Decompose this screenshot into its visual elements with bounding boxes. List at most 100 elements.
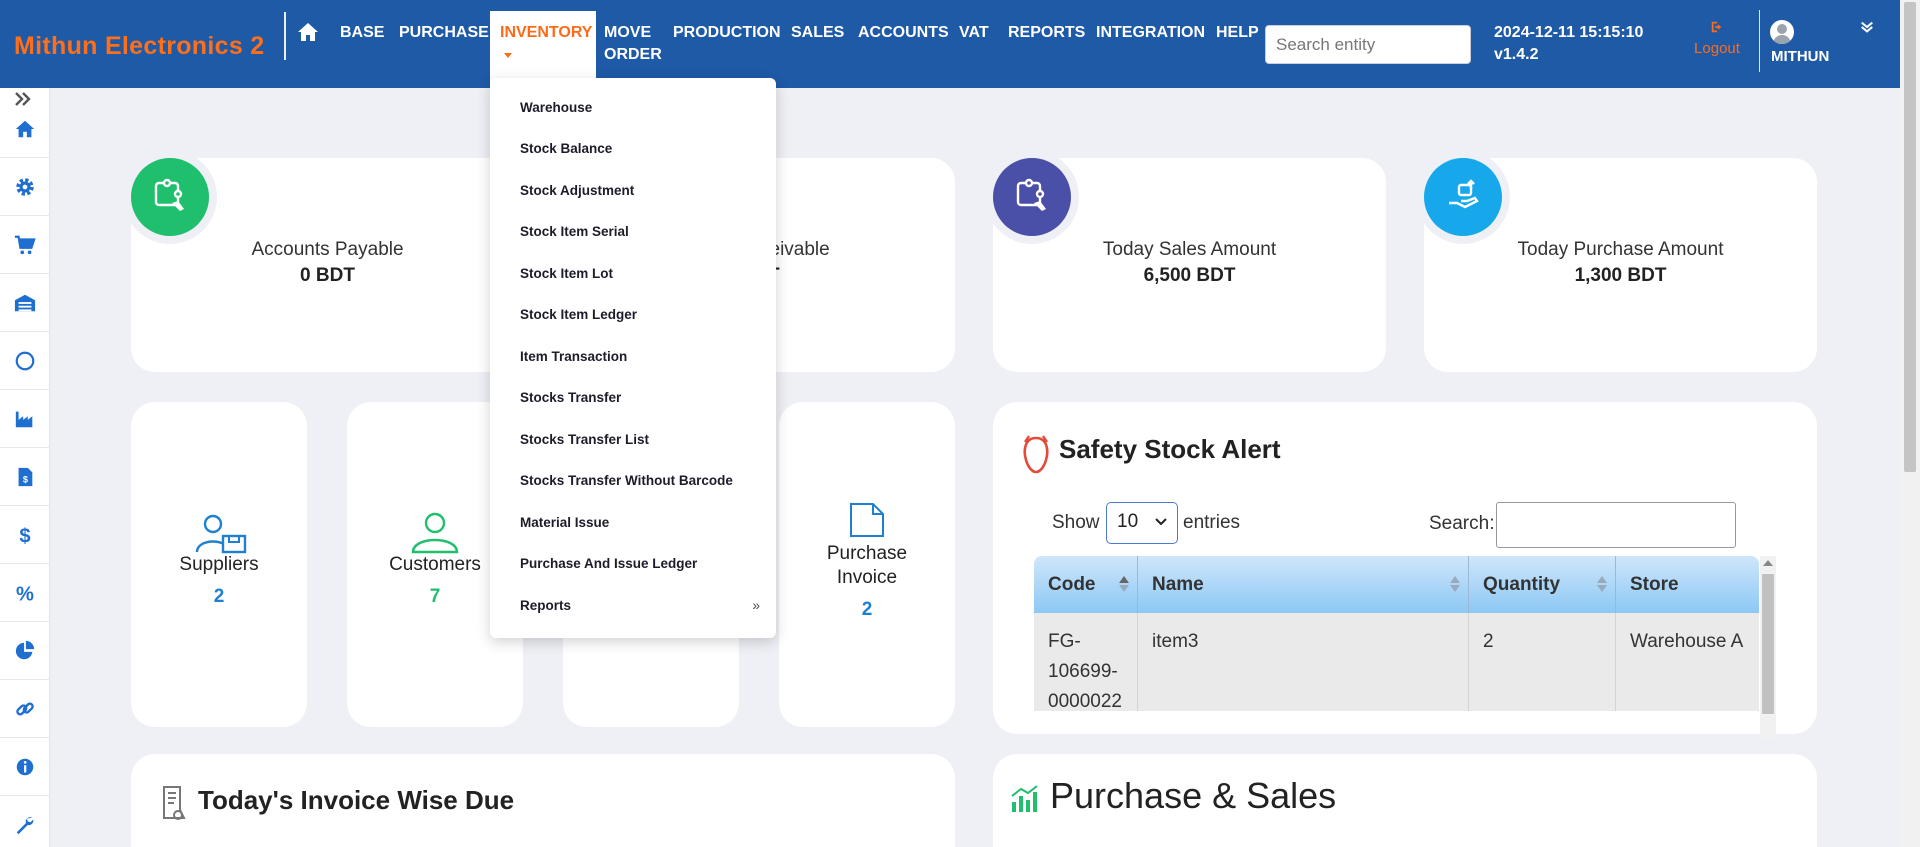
table-search-input[interactable]: [1496, 502, 1736, 548]
menu-item-purchase-and-issue-ledger[interactable]: Purchase And Issue Ledger: [520, 556, 760, 571]
svg-text:$: $: [19, 525, 30, 546]
purchase-invoice-card[interactable]: Purchase Invoice 2: [779, 402, 955, 727]
page-scrollbar[interactable]: [1900, 0, 1920, 847]
nav-inventory[interactable]: INVENTORY: [490, 11, 596, 88]
sidebar-cart-icon[interactable]: [0, 216, 50, 274]
username[interactable]: MITHUN: [1771, 48, 1829, 65]
menu-item-stock-balance[interactable]: Stock Balance: [520, 141, 760, 156]
stat-value: 1,300 BDT: [1574, 265, 1667, 286]
column-header-code[interactable]: Code: [1034, 556, 1138, 613]
stat-label: Accounts Payable: [251, 239, 404, 260]
table-scrollbar[interactable]: [1760, 556, 1776, 739]
column-header-label: Quantity: [1483, 574, 1561, 595]
column-header-label: Code: [1048, 574, 1096, 595]
document-icon: [847, 502, 887, 543]
menu-item-reports[interactable]: Reports »: [520, 598, 760, 613]
menu-item-item-transaction[interactable]: Item Transaction: [520, 349, 760, 364]
nav-move-order[interactable]: MOVE ORDER: [604, 22, 662, 66]
customer-icon: [411, 512, 459, 559]
sidebar-invoice-icon[interactable]: $: [0, 448, 50, 506]
alarm-icon: [1021, 434, 1051, 479]
invoice-due-card: Today's Invoice Wise Due: [131, 754, 955, 847]
puzzle-hand-icon: [993, 158, 1071, 236]
column-header-store[interactable]: Store: [1616, 556, 1759, 613]
sidebar-factory-icon[interactable]: [0, 390, 50, 448]
logout-label: Logout: [1694, 40, 1740, 57]
sidebar-pie-chart-icon[interactable]: [0, 622, 50, 680]
search-input[interactable]: [1265, 25, 1471, 64]
sidebar-percent-icon[interactable]: %: [0, 564, 50, 622]
menu-item-stock-item-lot[interactable]: Stock Item Lot: [520, 266, 760, 281]
column-header-name[interactable]: Name: [1138, 556, 1469, 613]
supplier-icon: [195, 514, 249, 559]
safety-stock-title: Safety Stock Alert: [1059, 434, 1281, 464]
count-value: 2: [213, 586, 225, 607]
datetime-text: 2024-12-11 15:15:10: [1494, 24, 1644, 41]
logout-icon: [1692, 20, 1742, 37]
bar-chart-icon: [1009, 784, 1039, 819]
entries-label: entries: [1183, 512, 1241, 533]
sidebar-info-icon[interactable]: [0, 738, 50, 796]
table-row[interactable]: FG- 106699- 0000022 item3 2 Warehouse A: [1034, 613, 1759, 711]
logout-button[interactable]: Logout: [1692, 20, 1742, 57]
nav-production[interactable]: PRODUCTION: [673, 22, 781, 44]
invoice-due-title: Today's Invoice Wise Due: [198, 785, 515, 815]
sidebar-circle-icon[interactable]: [0, 332, 50, 390]
nav-base[interactable]: BASE: [340, 22, 384, 44]
nav-accounts[interactable]: ACCOUNTS: [858, 22, 949, 44]
sidebar-link-icon[interactable]: [0, 680, 50, 738]
double-chevron-down-icon[interactable]: [1860, 20, 1874, 39]
top-navbar: Mithun Electronics 2 BASE PURCHASE INVEN…: [0, 0, 1900, 88]
sidebar: $ $ %: [0, 88, 50, 847]
menu-item-reports-label: Reports: [520, 598, 572, 613]
count-label-line1: Purchase: [826, 543, 908, 564]
menu-item-material-issue[interactable]: Material Issue: [520, 515, 760, 530]
nav-inventory-label: INVENTORY: [500, 24, 593, 41]
cell-code-line: 0000022: [1048, 691, 1122, 711]
menu-item-stocks-transfer-list[interactable]: Stocks Transfer List: [520, 432, 760, 447]
column-header-label: Name: [1152, 574, 1204, 595]
table-header: Code Name Quantity Store: [1034, 556, 1759, 613]
menu-item-warehouse[interactable]: Warehouse: [520, 100, 760, 115]
column-header-quantity[interactable]: Quantity: [1469, 556, 1616, 613]
menu-item-stock-item-serial[interactable]: Stock Item Serial: [520, 224, 760, 239]
count-label-line2: Invoice: [836, 567, 898, 588]
chevron-down-icon: [1155, 518, 1167, 526]
search-label: Search:: [1429, 513, 1495, 534]
nav-purchase[interactable]: PURCHASE: [399, 22, 489, 44]
avatar[interactable]: [1770, 20, 1794, 44]
suppliers-card[interactable]: Suppliers 2: [131, 402, 307, 727]
cell-code-line: 106699-: [1048, 661, 1118, 682]
nav-help[interactable]: HELP: [1216, 22, 1259, 44]
nav-vat[interactable]: VAT: [959, 22, 989, 44]
sidebar-warehouse-icon[interactable]: [0, 274, 50, 332]
sort-icon: [1450, 576, 1460, 592]
page-size-select[interactable]: 10: [1106, 502, 1178, 544]
menu-item-stock-adjustment[interactable]: Stock Adjustment: [520, 183, 760, 198]
svg-text:%: %: [16, 583, 34, 604]
sidebar-home-icon[interactable]: [0, 100, 50, 158]
sidebar-dollar-icon[interactable]: $: [0, 506, 50, 564]
nav-sales[interactable]: SALES: [791, 22, 844, 44]
caret-down-icon: [504, 53, 512, 58]
home-icon[interactable]: [296, 20, 320, 44]
page-size-value: 10: [1117, 511, 1139, 532]
puzzle-hand-icon: [131, 158, 209, 236]
menu-item-stock-item-ledger[interactable]: Stock Item Ledger: [520, 307, 760, 322]
cell-code: FG- 106699- 0000022: [1034, 613, 1138, 711]
sidebar-gear-icon[interactable]: [0, 158, 50, 216]
nav-reports[interactable]: REPORTS: [1008, 22, 1085, 44]
stat-value: 6,500 BDT: [1143, 265, 1236, 286]
safety-stock-card: Safety Stock Alert Show 10 entries Searc…: [993, 402, 1817, 739]
menu-item-stocks-transfer[interactable]: Stocks Transfer: [520, 390, 760, 405]
nav-order-label: ORDER: [604, 46, 662, 63]
datetime-version: 2024-12-11 15:15:10 v1.4.2: [1494, 22, 1643, 66]
nav-integration[interactable]: INTEGRATION: [1096, 22, 1205, 44]
inventory-dropdown-menu: Warehouse Stock Balance Stock Adjustment…: [490, 78, 776, 638]
purchase-sales-title: Purchase & Sales: [1050, 775, 1337, 816]
brand-divider: [284, 12, 286, 60]
menu-item-stocks-transfer-without-barcode[interactable]: Stocks Transfer Without Barcode: [520, 473, 760, 488]
brand-title[interactable]: Mithun Electronics 2: [14, 32, 264, 61]
cell-code-line: FG-: [1048, 631, 1081, 652]
sidebar-wrench-icon[interactable]: [0, 796, 50, 847]
